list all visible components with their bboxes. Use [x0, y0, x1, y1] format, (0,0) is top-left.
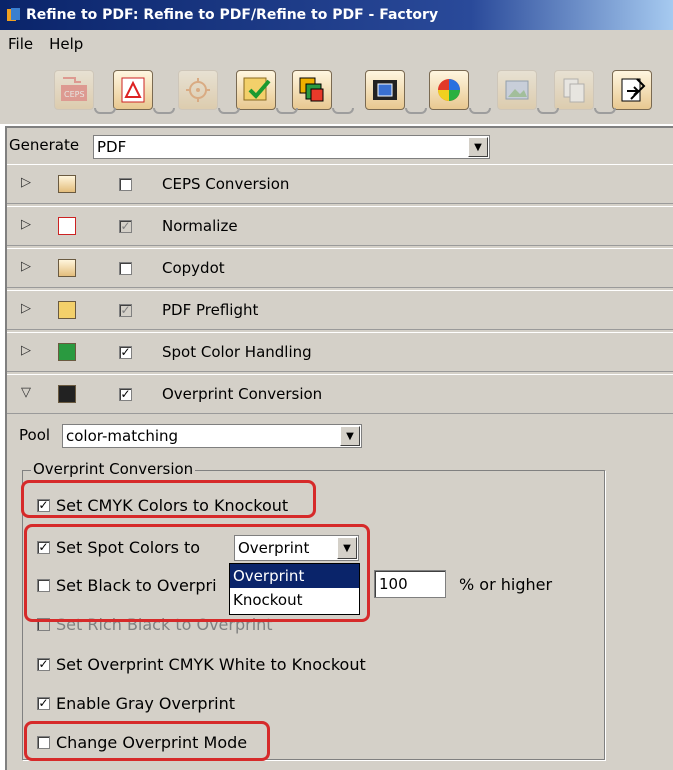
- toolbar-connector: [94, 108, 116, 114]
- ceps-icon: [58, 175, 76, 193]
- toolbar-connector: [537, 108, 559, 114]
- toolbar-connector: [153, 108, 175, 114]
- color-wheel-icon: [438, 79, 460, 101]
- preflight-button[interactable]: [236, 70, 276, 110]
- ceps-icon-text: CEPS: [64, 90, 85, 99]
- toolbar-connector: [332, 108, 354, 114]
- gray-overprint-label: Enable Gray Overprint: [56, 693, 235, 713]
- spot-color-button[interactable]: [292, 70, 332, 110]
- generate-select[interactable]: PDF ▼: [93, 135, 490, 159]
- spot-color-icon: [299, 77, 324, 102]
- normalize-checkbox[interactable]: ✓: [119, 220, 132, 233]
- generate-label: Generate: [9, 136, 80, 154]
- expand-triangle-icon[interactable]: ▷: [21, 217, 31, 232]
- section-copydot[interactable]: ▷ Copydot: [7, 248, 673, 288]
- annotation-highlight: [24, 721, 270, 761]
- section-label: Normalize: [162, 217, 238, 235]
- preflight-checkbox[interactable]: ✓: [119, 304, 132, 317]
- preflight-icon: [243, 77, 271, 101]
- section-label: Spot Color Handling: [162, 343, 312, 361]
- expand-triangle-icon[interactable]: ▷: [21, 259, 31, 274]
- overprint-checkbox[interactable]: ✓: [119, 388, 132, 401]
- toolbar-connector: [594, 108, 616, 114]
- section-spot-color-handling[interactable]: ▷ ✓ Spot Color Handling: [7, 332, 673, 372]
- spot-color-checkbox[interactable]: ✓: [119, 346, 132, 359]
- section-label: Copydot: [162, 259, 225, 277]
- set-white-checkbox[interactable]: ✓: [37, 657, 50, 671]
- generate-row: Generate PDF ▼: [7, 128, 673, 164]
- pool-select-value: color-matching: [66, 427, 179, 445]
- copydot-icon: [58, 259, 76, 277]
- normalize-pdf-icon: [121, 77, 145, 103]
- menu-help[interactable]: Help: [41, 35, 91, 53]
- pdf-icon: [58, 217, 76, 235]
- image-icon: [505, 80, 529, 100]
- toolbar-connector: [276, 108, 298, 114]
- overprint-button[interactable]: [365, 70, 405, 110]
- color-management-button[interactable]: [429, 70, 469, 110]
- set-white-row[interactable]: ✓ Set Overprint CMYK White to Knockout: [37, 653, 366, 675]
- copy-pages-button[interactable]: [554, 70, 594, 110]
- ceps-conversion-checkbox[interactable]: [119, 178, 132, 191]
- menu-bar: File Help: [0, 30, 673, 58]
- section-label: CEPS Conversion: [162, 175, 290, 193]
- expand-triangle-icon[interactable]: ▷: [21, 175, 31, 190]
- pool-label: Pool: [19, 426, 51, 444]
- set-white-label: Set Overprint CMYK White to Knockout: [56, 654, 366, 674]
- chevron-down-icon[interactable]: ▼: [340, 426, 360, 446]
- edit-document-button[interactable]: [612, 70, 652, 110]
- gray-overprint-row[interactable]: ✓ Enable Gray Overprint: [37, 692, 235, 714]
- section-overprint-conversion[interactable]: ▽ ✓ Overprint Conversion: [7, 374, 673, 414]
- image-button[interactable]: [497, 70, 537, 110]
- black-threshold-suffix: % or higher: [459, 575, 553, 594]
- preflight-icon: [58, 301, 76, 319]
- toolbar-connector: [469, 108, 491, 114]
- overprint-icon: [58, 385, 76, 403]
- title-bar: Refine to PDF: Refine to PDF/Refine to P…: [0, 0, 673, 30]
- settings-panel: Generate PDF ▼ ▷ CEPS Conversion ▷ ✓ Nor…: [5, 126, 673, 770]
- generate-select-value: PDF: [97, 138, 127, 156]
- chevron-down-icon[interactable]: ▼: [468, 137, 488, 157]
- toolbar-connector: [405, 108, 427, 114]
- collapse-triangle-icon[interactable]: ▽: [21, 385, 31, 400]
- toolbar-connector: [218, 108, 240, 114]
- toolbar: CEPS: [0, 58, 673, 124]
- section-ceps-conversion[interactable]: ▷ CEPS Conversion: [7, 164, 673, 204]
- spot-color-icon: [58, 343, 76, 361]
- copydot-icon: [186, 78, 210, 102]
- menu-file[interactable]: File: [0, 35, 41, 53]
- ceps-conversion-button[interactable]: CEPS: [54, 70, 94, 110]
- gray-overprint-checkbox[interactable]: ✓: [37, 696, 50, 710]
- ceps-conversion-icon: CEPS: [61, 77, 87, 101]
- window-title: Refine to PDF: Refine to PDF/Refine to P…: [26, 7, 439, 23]
- expand-triangle-icon[interactable]: ▷: [21, 343, 31, 358]
- pool-select[interactable]: color-matching ▼: [62, 424, 362, 448]
- expand-triangle-icon[interactable]: ▷: [21, 301, 31, 316]
- section-label: Overprint Conversion: [162, 385, 323, 403]
- normalize-pdf-button[interactable]: [113, 70, 153, 110]
- overprint-icon: [373, 80, 397, 100]
- annotation-highlight: [24, 524, 370, 622]
- black-threshold-value: 100: [379, 575, 408, 593]
- copydot-checkbox[interactable]: [119, 262, 132, 275]
- section-pdf-preflight[interactable]: ▷ ✓ PDF Preflight: [7, 290, 673, 330]
- section-normalize[interactable]: ▷ ✓ Normalize: [7, 206, 673, 246]
- edit-document-icon: [621, 78, 646, 102]
- copy-pages-icon: [563, 78, 585, 103]
- app-icon: [7, 8, 20, 21]
- group-title: Overprint Conversion: [31, 460, 196, 478]
- black-threshold-input[interactable]: 100: [374, 570, 446, 598]
- copydot-button[interactable]: [178, 70, 218, 110]
- section-label: PDF Preflight: [162, 301, 259, 319]
- annotation-highlight: [21, 480, 316, 518]
